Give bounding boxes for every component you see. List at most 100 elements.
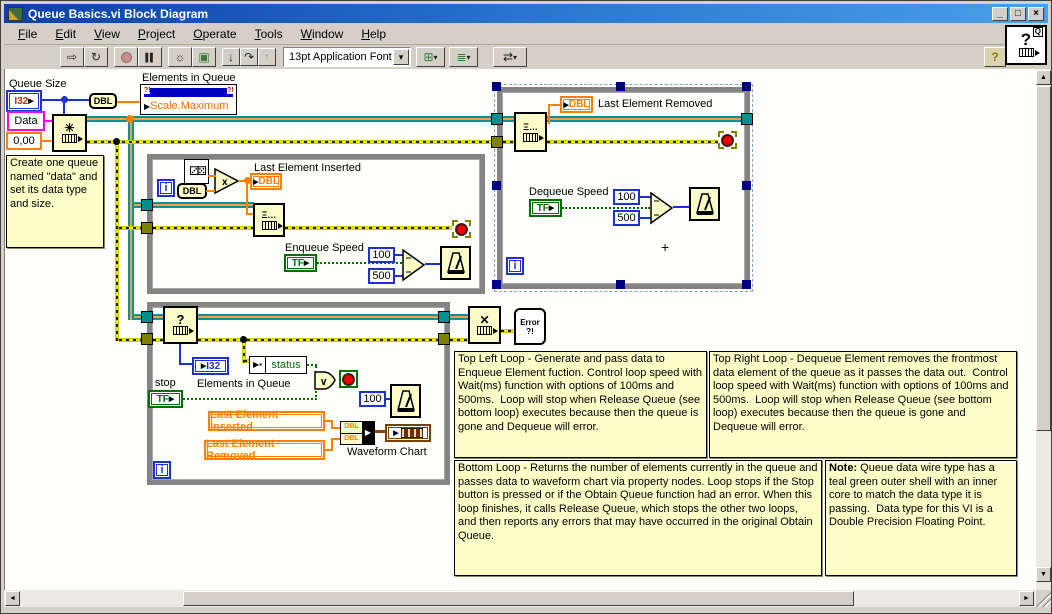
selection-handle[interactable] bbox=[492, 82, 501, 91]
random-number-dice-icon[interactable]: ⚂⚄ bbox=[184, 159, 209, 184]
wait-constant-100[interactable]: 100 bbox=[368, 247, 395, 263]
iteration-terminal[interactable]: i bbox=[506, 257, 524, 275]
waveform-chart-terminal[interactable]: ▶ bbox=[385, 424, 431, 442]
menu-project[interactable]: Project bbox=[130, 25, 183, 43]
to-double-coercion[interactable]: DBL bbox=[89, 93, 117, 109]
scroll-left-button[interactable]: ◄ bbox=[5, 591, 20, 606]
last-element-removed-indicator[interactable]: ▶ DBL bbox=[560, 96, 593, 113]
enqueue-speed-control[interactable]: TF ▶ bbox=[284, 254, 317, 272]
menu-tools[interactable]: Tools bbox=[247, 25, 291, 43]
wait-constant-500[interactable]: 500 bbox=[368, 268, 395, 284]
error-tunnel[interactable] bbox=[141, 333, 153, 345]
scroll-right-button[interactable]: ► bbox=[1019, 591, 1034, 606]
selection-handle[interactable] bbox=[492, 280, 501, 289]
selection-handle[interactable] bbox=[616, 280, 625, 289]
selection-handle[interactable] bbox=[616, 82, 625, 91]
highlight-execution-button[interactable]: ☼ bbox=[168, 47, 192, 67]
context-help-button[interactable]: ? bbox=[984, 47, 1006, 67]
scroll-up-button[interactable]: ▲ bbox=[1036, 70, 1051, 85]
wait-ms-node[interactable] bbox=[390, 384, 421, 418]
align-objects-button[interactable]: ⊞ ▾ bbox=[416, 47, 445, 67]
last-element-inserted-indicator[interactable]: ▶ DBL bbox=[250, 173, 282, 190]
step-over-button[interactable]: ↷ bbox=[240, 48, 258, 66]
title-bar[interactable]: Queue Basics.vi Block Diagram _ □ × bbox=[4, 4, 1048, 23]
pause-button[interactable]: ▌▌ bbox=[138, 47, 162, 67]
font-selector[interactable]: 13pt Application Font ▾ bbox=[283, 47, 411, 67]
queue-tunnel[interactable] bbox=[438, 311, 450, 323]
queue-tunnel[interactable] bbox=[141, 199, 153, 211]
menu-window[interactable]: Window bbox=[293, 25, 352, 43]
get-queue-status-node[interactable]: ? bbox=[163, 306, 198, 344]
menu-operate[interactable]: Operate bbox=[185, 25, 244, 43]
menu-help[interactable]: Help bbox=[353, 25, 394, 43]
comment-top-left-loop[interactable]: Top Left Loop - Generate and pass data t… bbox=[454, 351, 707, 458]
stop-button-terminal[interactable]: TF ▶ bbox=[148, 390, 183, 408]
menu-file[interactable]: File bbox=[10, 25, 45, 43]
property-node[interactable]: ?! ?! ▶Scale.Maximum bbox=[140, 84, 237, 115]
selection-handle[interactable] bbox=[492, 181, 501, 190]
size-constant[interactable]: 0,00 bbox=[6, 132, 42, 150]
maximize-button[interactable]: □ bbox=[1010, 6, 1026, 21]
property-scale-maximum[interactable]: ▶Scale.Maximum bbox=[144, 100, 228, 112]
error-tunnel[interactable] bbox=[491, 136, 503, 148]
menu-view[interactable]: View bbox=[86, 25, 128, 43]
wait-constant-100[interactable]: 100 bbox=[359, 391, 386, 407]
selection-handle[interactable] bbox=[742, 181, 751, 190]
simple-error-handler-node[interactable]: Error ?! bbox=[514, 308, 546, 345]
release-queue-node[interactable]: ✕ bbox=[468, 306, 501, 344]
selection-handle[interactable] bbox=[742, 82, 751, 91]
step-into-button[interactable]: ↓ bbox=[222, 48, 240, 66]
queue-tunnel[interactable] bbox=[491, 113, 503, 125]
local-variable-last-element-inserted[interactable]: Last Element Inserted bbox=[208, 409, 325, 433]
queue-size-control[interactable]: I32 ▶ bbox=[6, 90, 42, 112]
iteration-terminal[interactable]: i bbox=[153, 461, 171, 479]
or-node[interactable]: ∨ bbox=[313, 370, 337, 391]
local-variable-last-element-removed[interactable]: Last Element Removed bbox=[204, 438, 325, 462]
wait-ms-node[interactable] bbox=[440, 246, 471, 280]
comment-note[interactable]: Note: Queue data wire type has a teal gr… bbox=[825, 460, 1017, 576]
unbundle-status-node[interactable]: ▶▪ status bbox=[249, 356, 307, 374]
close-button[interactable]: × bbox=[1028, 6, 1044, 21]
loop-condition-terminal[interactable] bbox=[339, 370, 358, 388]
queue-tunnel[interactable] bbox=[141, 311, 153, 323]
run-continuous-button[interactable]: ↻ bbox=[84, 47, 108, 67]
queue-tunnel[interactable] bbox=[741, 113, 753, 125]
error-tunnel[interactable] bbox=[438, 333, 450, 345]
obtain-queue-node[interactable]: ✳ bbox=[52, 114, 87, 152]
select-node[interactable] bbox=[650, 192, 674, 225]
comment-bottom-loop[interactable]: Bottom Loop - Returns the number of elem… bbox=[454, 460, 822, 576]
retain-wire-values-button[interactable]: ▣ bbox=[192, 47, 216, 67]
font-dropdown-arrow[interactable]: ▾ bbox=[393, 49, 409, 65]
elements-in-queue-indicator[interactable]: ▶ I32 bbox=[192, 357, 229, 375]
menu-edit[interactable]: Edit bbox=[47, 25, 84, 43]
step-out-button[interactable]: ↑ bbox=[258, 48, 276, 66]
enqueue-element-node[interactable]: Ξ… bbox=[253, 203, 285, 237]
error-tunnel[interactable] bbox=[141, 222, 153, 234]
loop-condition-terminal[interactable] bbox=[452, 220, 471, 238]
wait-ms-node[interactable] bbox=[689, 187, 720, 221]
vertical-scroll-thumb[interactable] bbox=[1036, 86, 1051, 431]
wait-constant-500[interactable]: 500 bbox=[613, 210, 640, 226]
distribute-objects-button[interactable]: ≣ ▾ bbox=[449, 47, 478, 67]
comment-create-queue[interactable]: Create one queue named "data" and set it… bbox=[6, 155, 104, 248]
scroll-down-button[interactable]: ▼ bbox=[1036, 567, 1051, 582]
reorder-button[interactable]: ⇄ ▾ bbox=[493, 47, 527, 67]
dequeue-element-node[interactable]: Ξ… bbox=[514, 112, 547, 152]
resize-grip[interactable] bbox=[1036, 590, 1051, 607]
loop-condition-terminal[interactable] bbox=[718, 131, 737, 149]
to-double-node[interactable]: DBL bbox=[177, 183, 207, 199]
select-node[interactable] bbox=[402, 249, 426, 282]
minimize-button[interactable]: _ bbox=[992, 6, 1008, 21]
bundle-node[interactable]: DBL DBL ▶ bbox=[340, 421, 375, 445]
iteration-terminal[interactable]: i bbox=[157, 179, 175, 197]
data-string-constant[interactable]: Data bbox=[7, 111, 45, 131]
dequeue-speed-control[interactable]: TF ▶ bbox=[529, 199, 562, 217]
horizontal-scroll-thumb[interactable] bbox=[183, 591, 854, 606]
comment-top-right-loop[interactable]: Top Right Loop - Dequeue Element removes… bbox=[709, 351, 1017, 458]
run-button[interactable]: ⇨ bbox=[60, 47, 84, 67]
wait-constant-100[interactable]: 100 bbox=[613, 189, 640, 205]
multiply-node[interactable]: x bbox=[214, 168, 240, 195]
selection-handle[interactable] bbox=[742, 280, 751, 289]
abort-button[interactable] bbox=[114, 47, 138, 67]
vi-icon[interactable]: ? Q bbox=[1005, 25, 1047, 65]
